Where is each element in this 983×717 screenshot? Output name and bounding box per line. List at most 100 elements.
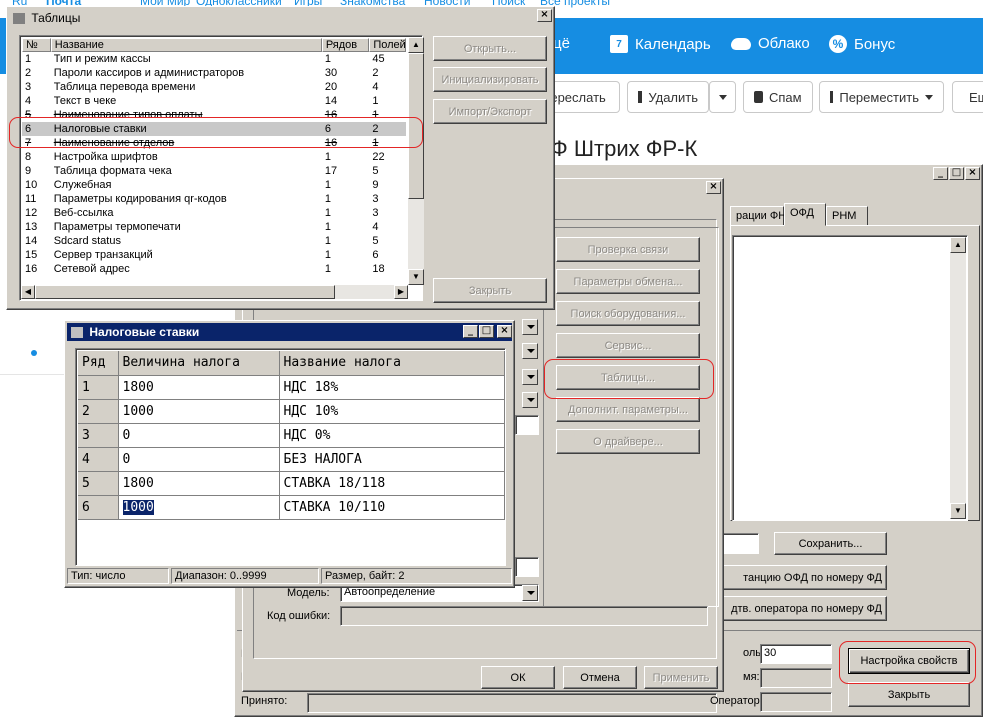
- driver-field[interactable]: [515, 415, 539, 435]
- table-row[interactable]: 15 Сервер транзакций 1 6: [22, 248, 406, 262]
- ofd-log-area[interactable]: [732, 235, 968, 521]
- about-driver-button[interactable]: О драйвере...: [556, 429, 700, 454]
- close-button[interactable]: ×: [965, 167, 980, 180]
- tables-list-hscroll[interactable]: ◀ ▶: [21, 285, 408, 299]
- move-button[interactable]: Переместить: [819, 81, 944, 113]
- table-row[interactable]: 14 Sdcard status 1 5: [22, 234, 406, 248]
- save-button[interactable]: Сохранить...: [774, 532, 887, 555]
- tax-name-cell[interactable]: СТАВКА 18/118: [279, 471, 505, 496]
- ofd-receipt-button[interactable]: танцию ОФД по номеру ФД: [713, 565, 887, 590]
- chevron-down-icon[interactable]: [522, 319, 538, 335]
- tax-row[interactable]: 6 1000 СТАВКА 10/110: [78, 495, 505, 520]
- more-button[interactable]: Ещ: [952, 81, 983, 113]
- ofd-log-scrollbar[interactable]: ▲ ▼: [950, 237, 966, 519]
- close-button[interactable]: ×: [497, 325, 512, 338]
- scroll-up-icon[interactable]: ▲: [408, 37, 424, 53]
- tax-name-cell[interactable]: НДС 18%: [279, 375, 505, 400]
- close-button[interactable]: ×: [537, 9, 552, 22]
- cancel-button[interactable]: Отмена: [563, 666, 637, 689]
- initialize-button[interactable]: Инициализировать: [433, 67, 547, 92]
- tab-rnm[interactable]: РНМ: [826, 206, 868, 226]
- service-button[interactable]: Сервис...: [556, 333, 700, 358]
- extra-params-button[interactable]: Дополнит. параметры...: [556, 397, 700, 422]
- chevron-down-icon[interactable]: [522, 585, 538, 601]
- tax-name-cell[interactable]: НДС 0%: [279, 423, 505, 448]
- scroll-right-icon[interactable]: ▶: [394, 285, 408, 299]
- tax-value-cell[interactable]: 0: [118, 447, 280, 472]
- maximize-button[interactable]: □: [949, 167, 964, 180]
- tax-row[interactable]: 3 0 НДС 0%: [78, 423, 505, 448]
- tax-row[interactable]: 1 1800 НДС 18%: [78, 375, 505, 400]
- table-row[interactable]: 7 Наименование отделов 16 1: [22, 136, 406, 150]
- search-hardware-button[interactable]: Поиск оборудования...: [556, 301, 700, 326]
- tab-ofd[interactable]: ОФД: [784, 203, 826, 226]
- table-row[interactable]: 1 Тип и режим кассы 1 45: [22, 52, 406, 66]
- check-connection-button[interactable]: Проверка связи: [556, 237, 700, 262]
- tab-fn-operations[interactable]: рации ФН: [730, 206, 786, 226]
- delete-dropdown-button[interactable]: [709, 81, 736, 113]
- cloud-link[interactable]: Облако: [731, 35, 810, 52]
- apply-button[interactable]: Применить: [644, 666, 718, 689]
- table-row[interactable]: 12 Веб-ссылка 1 3: [22, 206, 406, 220]
- tax-name-cell[interactable]: БЕЗ НАЛОГА: [279, 447, 505, 472]
- operator-confirm-button[interactable]: дтв. оператора по номеру ФД: [713, 596, 887, 621]
- chevron-down-icon[interactable]: [522, 369, 538, 385]
- minimize-button[interactable]: _: [463, 325, 478, 338]
- tax-value-selected[interactable]: 1000: [122, 499, 154, 515]
- tax-row[interactable]: 2 1000 НДС 10%: [78, 399, 505, 424]
- col-fields-header[interactable]: Полей: [369, 38, 406, 52]
- tables-button[interactable]: Таблицы...: [556, 365, 700, 390]
- exchange-params-button[interactable]: Параметры обмена...: [556, 269, 700, 294]
- tables-list-vscroll[interactable]: ▲ ▼: [408, 37, 424, 285]
- tax-row[interactable]: 5 1800 СТАВКА 18/118: [78, 471, 505, 496]
- tax-value-cell[interactable]: 1000: [118, 495, 280, 520]
- close-button[interactable]: ×: [706, 181, 721, 194]
- table-row[interactable]: 16 Сетевой адрес 1 18: [22, 262, 406, 276]
- tables-close-button[interactable]: Закрыть: [433, 278, 547, 303]
- table-row[interactable]: 6 Налоговые ставки 6 2: [22, 122, 406, 136]
- table-row[interactable]: 2 Пароли кассиров и администраторов 30 2: [22, 66, 406, 80]
- chevron-down-icon[interactable]: [522, 392, 538, 408]
- properties-close-button[interactable]: Закрыть: [848, 682, 970, 707]
- calendar-link[interactable]: 7 Календарь: [610, 35, 711, 53]
- driver-field[interactable]: [515, 557, 539, 577]
- tax-value-cell[interactable]: 0: [118, 423, 280, 448]
- chevron-down-icon[interactable]: [522, 343, 538, 359]
- ok-button[interactable]: ОК: [481, 666, 555, 689]
- col-rows-header[interactable]: Рядов: [321, 38, 370, 52]
- table-row[interactable]: 5 Наименование типов оплаты 16 1: [22, 108, 406, 122]
- scroll-down-icon[interactable]: ▼: [408, 269, 424, 285]
- col-number-header[interactable]: №: [22, 38, 51, 52]
- table-row[interactable]: 9 Таблица формата чека 17 5: [22, 164, 406, 178]
- tax-value-cell[interactable]: 1800: [118, 471, 280, 496]
- table-row[interactable]: 11 Параметры кодирования qr-кодов 1 3: [22, 192, 406, 206]
- table-row[interactable]: 4 Текст в чеке 14 1: [22, 94, 406, 108]
- spam-button[interactable]: Спам: [743, 81, 813, 113]
- scroll-thumb[interactable]: [408, 53, 424, 199]
- table-row[interactable]: 10 Служебная 1 9: [22, 178, 406, 192]
- tables-list[interactable]: № Название Рядов Полей 1 Тип и режим касс…: [19, 35, 423, 301]
- maximize-button[interactable]: □: [479, 325, 494, 338]
- tax-value-cell[interactable]: 1000: [118, 399, 280, 424]
- scroll-up-icon[interactable]: ▲: [950, 237, 966, 253]
- table-row[interactable]: 8 Настройка шрифтов 1 22: [22, 150, 406, 164]
- minimize-button[interactable]: _: [933, 167, 948, 180]
- tax-name-cell[interactable]: НДС 10%: [279, 399, 505, 424]
- scroll-down-icon[interactable]: ▼: [950, 503, 966, 519]
- bonus-link[interactable]: % Бонус: [829, 35, 895, 53]
- tax-value-cell[interactable]: 1800: [118, 375, 280, 400]
- password-input[interactable]: 30: [760, 644, 832, 664]
- hscroll-thumb[interactable]: [35, 285, 335, 299]
- tax-row[interactable]: 4 0 БЕЗ НАЛОГА: [78, 447, 505, 472]
- mailbar-partial[interactable]: цё: [553, 35, 570, 52]
- delete-button[interactable]: Удалить: [627, 81, 709, 113]
- import-export-button[interactable]: Импорт/Экспорт: [433, 99, 547, 124]
- open-table-button[interactable]: Открыть...: [433, 36, 547, 61]
- col-name-header[interactable]: Название: [50, 38, 322, 52]
- property-settings-button[interactable]: Настройка свойств: [848, 648, 970, 674]
- tax-rates-grid[interactable]: Ряд Величина налога Название налога 1 180…: [75, 348, 506, 566]
- tax-name-cell[interactable]: СТАВКА 10/110: [279, 495, 505, 520]
- table-row[interactable]: 13 Параметры термопечати 1 4: [22, 220, 406, 234]
- scroll-left-icon[interactable]: ◀: [21, 285, 35, 299]
- table-row[interactable]: 3 Таблица перевода времени 20 4: [22, 80, 406, 94]
